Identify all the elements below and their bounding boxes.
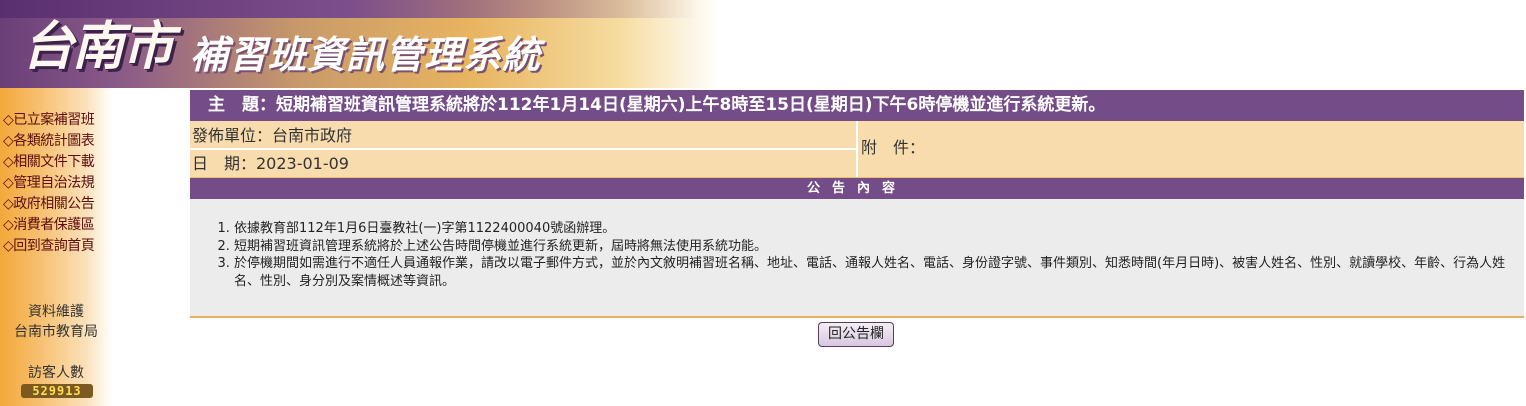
header-banner: 台南市 補習班資訊管理系統	[0, 0, 1526, 88]
maintenance-org: 台南市教育局	[14, 324, 98, 340]
visitor-label: 訪客人數	[28, 365, 84, 381]
sidebar-item-statistics-charts[interactable]: ◇各類統計圖表	[3, 131, 95, 152]
sidebar: ◇已立案補習班 ◇各類統計圖表 ◇相關文件下載 ◇管理自治法規 ◇政府相關公告 …	[0, 88, 112, 406]
system-title: 補習班資訊管理系統	[190, 33, 542, 77]
back-to-bulletin-button[interactable]: 回公告欄	[818, 322, 894, 347]
announcement-items: 依據教育部112年1月6日臺教社(一)字第1122400040號函辦理。 短期補…	[200, 220, 1524, 290]
sidebar-item-back-to-home[interactable]: ◇回到查詢首頁	[3, 236, 95, 257]
list-item: 於停機期間如需進行不適任人員通報作業，請改以電子郵件方式，並於內文敘明補習班名稱…	[234, 255, 1524, 290]
issuer-field: 發佈單位：台南市政府	[192, 126, 353, 145]
sidebar-item-consumer-protection[interactable]: ◇消費者保護區	[3, 215, 95, 236]
attachment-field: 附 件：	[861, 138, 926, 157]
content-header: 公告內容	[190, 178, 1524, 199]
announcement-body: 依據教育部112年1月6日臺教社(一)字第1122400040號函辦理。 短期補…	[190, 199, 1524, 318]
maintenance-label: 資料維護	[28, 304, 84, 320]
subject-bar: 主 題：短期補習班資訊管理系統將於112年1月14日(星期六)上午8時至15日(…	[190, 90, 1524, 121]
sidebar-item-regulations[interactable]: ◇管理自治法規	[3, 173, 95, 194]
sidebar-item-registered-cram-schools[interactable]: ◇已立案補習班	[3, 110, 95, 131]
sidebar-item-document-downloads[interactable]: ◇相關文件下載	[3, 152, 95, 173]
divider	[856, 121, 858, 177]
date-field: 日 期：2023-01-09	[192, 154, 349, 173]
announcement-meta: 發佈單位：台南市政府 日 期：2023-01-09 附 件：	[190, 121, 1524, 179]
list-item: 依據教育部112年1月6日臺教社(一)字第1122400040號函辦理。	[234, 220, 1524, 238]
sidebar-item-government-announcements[interactable]: ◇政府相關公告	[3, 194, 95, 215]
sidebar-menu: ◇已立案補習班 ◇各類統計圖表 ◇相關文件下載 ◇管理自治法規 ◇政府相關公告 …	[3, 110, 95, 257]
visitor-counter: 529913	[21, 384, 93, 398]
maintenance-info: 資料維護 台南市教育局	[0, 302, 112, 342]
city-logo-text: 台南市	[22, 16, 174, 77]
list-item: 短期補習班資訊管理系統將於上述公告時間停機並進行系統更新，屆時將無法使用系統功能…	[234, 238, 1524, 256]
